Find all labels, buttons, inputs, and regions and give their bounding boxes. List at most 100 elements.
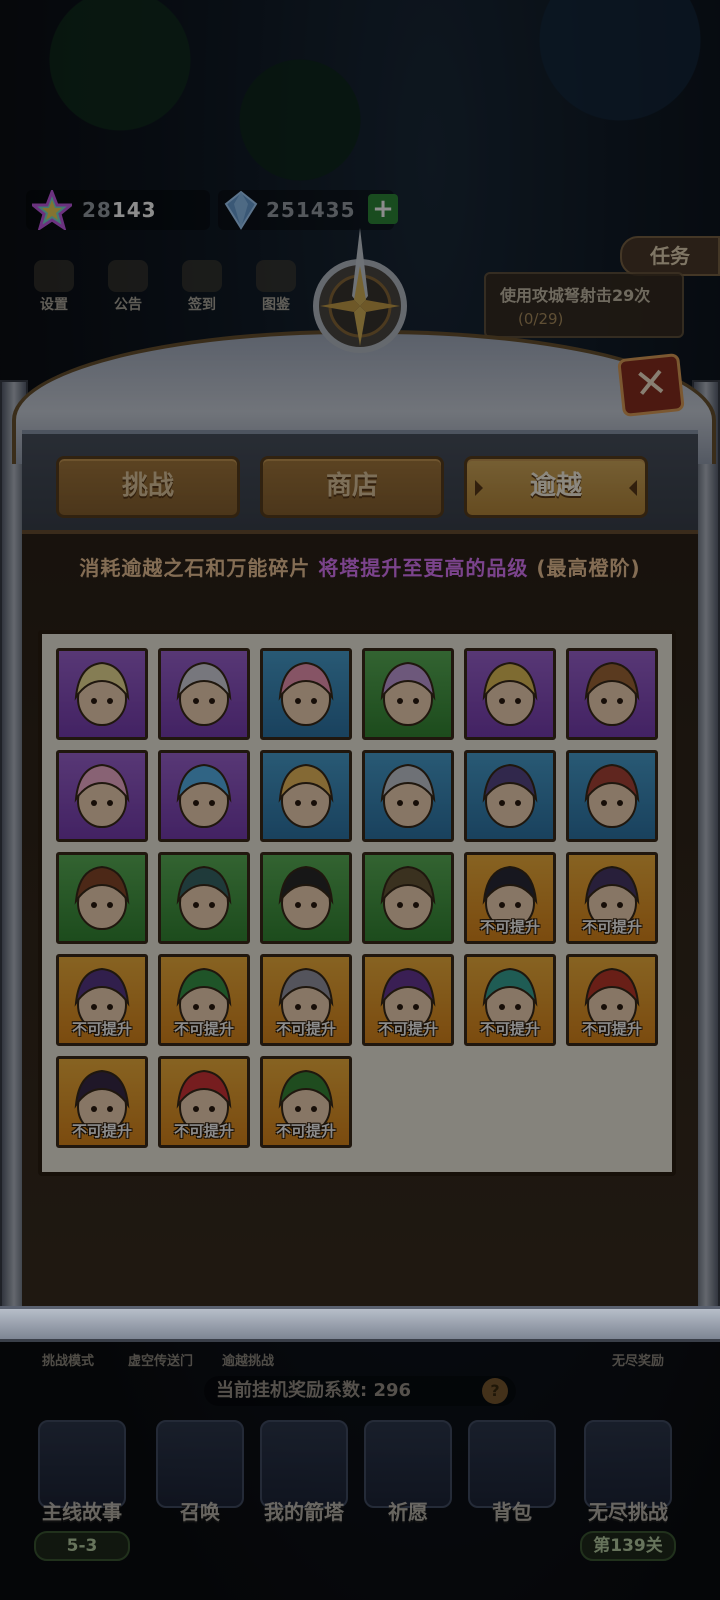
hero-tile[interactable] — [362, 852, 454, 944]
menu-label: 设置 — [40, 297, 68, 313]
old-wizard-icon — [176, 865, 232, 930]
hero-tile[interactable]: 不可提升 — [566, 954, 658, 1046]
hero-tile[interactable]: 不可提升 — [56, 954, 148, 1046]
notice-icon — [108, 260, 148, 292]
hero-tile[interactable] — [56, 852, 148, 944]
signin-button[interactable]: 签到 — [174, 258, 230, 314]
side-menu: 设置 公告 签到 图鉴 — [26, 258, 304, 314]
hero-grid: 不可提升 不可提升 不可提升 不可提升 不可提升 不可提升 不可提升 不可提升 不可提升 不可提升… — [56, 648, 658, 1148]
hero-tile[interactable] — [158, 648, 250, 740]
hero-tile[interactable] — [566, 750, 658, 842]
nav-main-story[interactable]: 主线故事 5-3 — [34, 1420, 130, 1561]
locked-label: 不可提升 — [377, 1020, 438, 1038]
settings-button[interactable]: 设置 — [26, 258, 82, 314]
notice-button[interactable]: 公告 — [100, 258, 156, 314]
hero-tile[interactable] — [158, 852, 250, 944]
gear-icon — [34, 260, 74, 292]
hero-tile[interactable] — [260, 648, 352, 740]
scroll-icon — [182, 260, 222, 292]
hero-tile[interactable] — [566, 648, 658, 740]
pirate-girl-icon — [278, 661, 334, 726]
book-icon — [256, 260, 296, 292]
hero-tile[interactable]: 不可提升 — [464, 852, 556, 944]
description-part2: 将塔提升至更高的品级 — [318, 556, 529, 580]
book-icon — [38, 1420, 126, 1508]
hero-tile[interactable] — [260, 750, 352, 842]
star-icon — [32, 190, 72, 230]
tab-transcend[interactable]: 逾越 — [464, 456, 648, 518]
menu-label: 签到 — [188, 297, 216, 313]
stage-badge: 5-3 — [34, 1531, 130, 1561]
gem-icon — [224, 190, 258, 230]
idle-reward-line: 当前挂机奖励系数: 296 ? — [204, 1376, 516, 1406]
locked-label: 不可提升 — [71, 1020, 132, 1038]
nav-my-towers[interactable]: 我的箭塔 — [256, 1420, 352, 1525]
nav-label: 主线故事 — [42, 1500, 122, 1524]
hero-tile[interactable] — [362, 648, 454, 740]
nav-wish[interactable]: 祈愿 — [360, 1420, 456, 1525]
hero-tile[interactable] — [56, 648, 148, 740]
backpack-icon — [468, 1420, 556, 1508]
mode-transcend-challenge[interactable]: 逾越挑战 — [222, 1350, 274, 1369]
locked-label: 不可提升 — [581, 918, 642, 936]
locked-label: 不可提升 — [173, 1122, 234, 1140]
nav-endless[interactable]: 无尽挑战 第139关 — [580, 1420, 676, 1561]
nav-backpack[interactable]: 背包 — [464, 1420, 560, 1525]
menu-label: 公告 — [114, 297, 142, 313]
frame-bottom-rail — [0, 1306, 720, 1342]
close-button[interactable]: ✕ — [617, 352, 685, 418]
hero-tile[interactable] — [362, 750, 454, 842]
tab-challenge[interactable]: 挑战 — [56, 456, 240, 518]
idle-reward-text: 当前挂机奖励系数: 296 — [216, 1380, 412, 1401]
hero-tile[interactable] — [464, 648, 556, 740]
hero-tile[interactable] — [260, 852, 352, 944]
description: 消耗逾越之石和万能碎片 将塔提升至更高的品级 (最高橙阶) — [0, 552, 720, 581]
hero-tile[interactable] — [464, 750, 556, 842]
ice-princess-icon — [74, 661, 130, 726]
locked-label: 不可提升 — [479, 1020, 540, 1038]
nav-label: 我的箭塔 — [264, 1500, 344, 1524]
hero-tile[interactable]: 不可提升 — [56, 1056, 148, 1148]
hero-tile[interactable]: 不可提升 — [566, 852, 658, 944]
hero-tile[interactable]: 不可提升 — [260, 1056, 352, 1148]
locked-label: 不可提升 — [173, 1020, 234, 1038]
hero-tile[interactable] — [56, 750, 148, 842]
task-panel[interactable]: 使用攻城弩射击29次 (0/29) — [484, 272, 684, 338]
task-progress: (0/29) — [518, 310, 564, 328]
description-part3: (最高橙阶) — [536, 556, 641, 580]
locked-label: 不可提升 — [275, 1020, 336, 1038]
help-button[interactable]: ? — [482, 1378, 508, 1404]
compass-emblem-icon — [313, 228, 407, 353]
mode-void-portal[interactable]: 虚空传送门 — [128, 1350, 193, 1369]
egypt-priestess-icon — [482, 661, 538, 726]
tab-bar: 挑战 商店 逾越 — [56, 456, 648, 518]
tab-shop[interactable]: 商店 — [260, 456, 444, 518]
hero-tile[interactable] — [158, 750, 250, 842]
nav-label: 祈愿 — [388, 1500, 428, 1524]
star-value: 143 — [111, 198, 157, 222]
stone-golem-icon — [380, 865, 436, 930]
task-tab[interactable]: 任务 — [620, 236, 720, 276]
description-part1: 消耗逾越之石和万能碎片 — [79, 556, 311, 580]
ice-dragon-icon — [176, 763, 232, 828]
hero-tile[interactable]: 不可提升 — [158, 954, 250, 1046]
silver-knight-icon — [380, 763, 436, 828]
mode-endless-reward[interactable]: 无尽奖励 — [612, 1350, 664, 1369]
tower-icon — [260, 1420, 348, 1508]
codex-button[interactable]: 图鉴 — [248, 258, 304, 314]
hero-tile[interactable]: 不可提升 — [362, 954, 454, 1046]
hero-tile[interactable]: 不可提升 — [158, 1056, 250, 1148]
mode-challenge[interactable]: 挑战模式 — [42, 1350, 94, 1369]
hero-tile[interactable]: 不可提升 — [464, 954, 556, 1046]
ninja-icon — [278, 865, 334, 930]
nav-label: 召唤 — [180, 1500, 220, 1524]
crowned-queen-icon — [584, 661, 640, 726]
angel-archer-icon — [278, 763, 334, 828]
nav-label: 背包 — [492, 1500, 532, 1524]
locked-label: 不可提升 — [71, 1122, 132, 1140]
stage-badge: 第139关 — [580, 1531, 676, 1561]
shadow-mage-icon — [482, 763, 538, 828]
hero-tile[interactable]: 不可提升 — [260, 954, 352, 1046]
nav-summon[interactable]: 召唤 — [152, 1420, 248, 1525]
add-gems-button[interactable]: + — [368, 194, 398, 224]
